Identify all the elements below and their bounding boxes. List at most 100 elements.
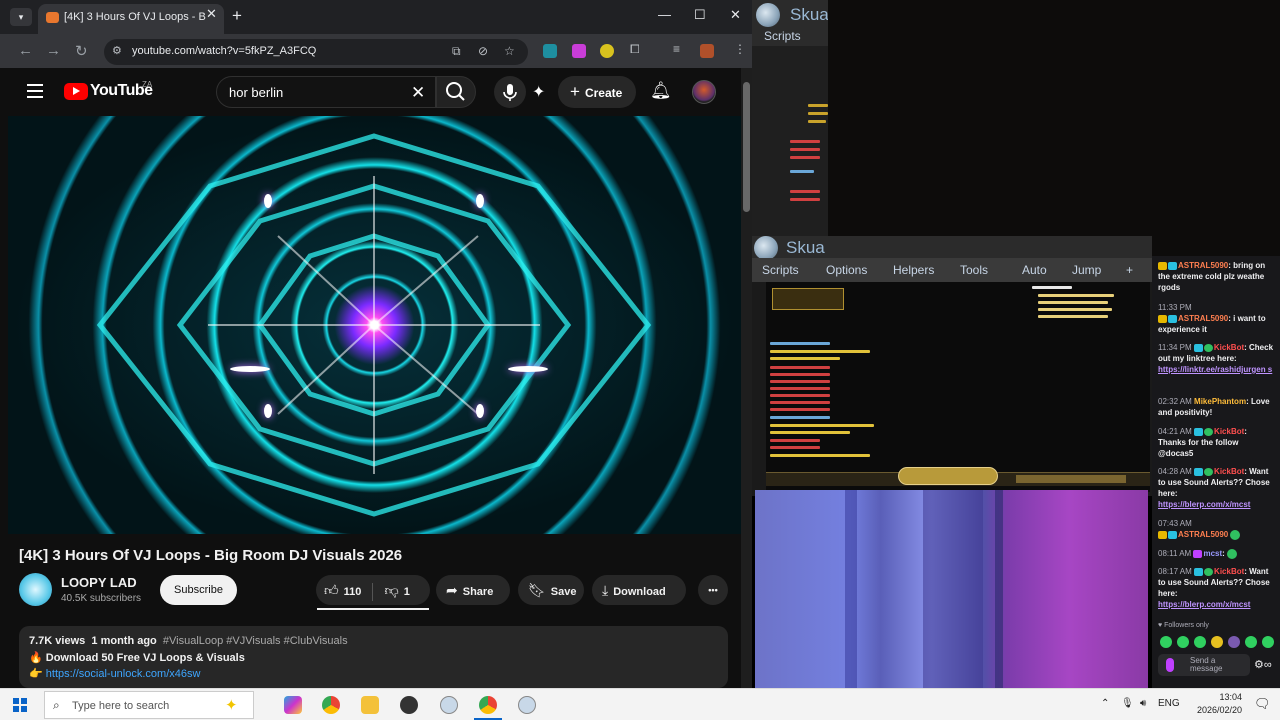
- game-action-bar[interactable]: [766, 467, 1150, 486]
- emote-icon[interactable]: [1228, 636, 1240, 648]
- menu-options[interactable]: Options: [826, 263, 867, 277]
- url-text[interactable]: youtube.com/watch?v=5fkPZ_A3FCQ: [132, 45, 316, 57]
- description-link[interactable]: 👉 https://social-unlock.com/x46sw: [29, 667, 200, 680]
- emote-icon[interactable]: [1194, 636, 1206, 648]
- search-button[interactable]: [436, 76, 476, 108]
- ai-sparkle-icon[interactable]: ✦: [532, 82, 545, 102]
- dislike-button[interactable]: 👎︎ 1: [385, 582, 410, 598]
- minimize-icon[interactable]: —: [658, 7, 671, 22]
- back-icon[interactable]: ←: [18, 42, 33, 59]
- voice-search-button[interactable]: [494, 76, 526, 108]
- hamburger-menu-icon[interactable]: [27, 84, 43, 98]
- description-link-text[interactable]: https://social-unlock.com/x46sw: [46, 668, 201, 680]
- hashtags[interactable]: #VisualLoop #VJVisuals #ClubVisuals: [163, 635, 348, 647]
- menu-auto[interactable]: Auto: [1022, 263, 1047, 277]
- channel-avatar[interactable]: [19, 573, 52, 606]
- youtube-logo-icon[interactable]: [64, 83, 88, 100]
- inventory-bar[interactable]: [1016, 475, 1126, 483]
- menu-scripts[interactable]: Scripts: [762, 263, 799, 277]
- windows-start-icon[interactable]: [13, 698, 27, 712]
- taskbar-search[interactable]: ⌕ Type here to search ✦: [44, 691, 254, 719]
- bookmark-star-icon[interactable]: ☆: [504, 44, 515, 58]
- menu-add[interactable]: +: [1126, 263, 1133, 277]
- description-box[interactable]: 7.7K views 1 month ago #VisualLoop #VJVi…: [19, 626, 728, 688]
- close-tab-icon[interactable]: ✕: [206, 6, 217, 22]
- chat-input-placeholder: Send a message: [1190, 656, 1223, 673]
- chat-link[interactable]: https://blerp.com/x/mcst: [1158, 500, 1250, 509]
- extension-icon[interactable]: [572, 44, 586, 58]
- eye-off-icon[interactable]: ⊘: [478, 44, 488, 58]
- volume-icon[interactable]: 🔊︎: [1140, 698, 1146, 709]
- youtube-favicon-icon: [46, 12, 59, 23]
- search-highlight-icon: ✦: [225, 697, 238, 714]
- profile-icon[interactable]: [700, 44, 714, 58]
- scrollbar-thumb[interactable]: [743, 82, 750, 212]
- reload-icon[interactable]: ↻: [75, 42, 88, 60]
- emote-icon[interactable]: [1262, 636, 1274, 648]
- microphone-icon[interactable]: 🎙︎: [1121, 698, 1134, 709]
- chat-settings-icon[interactable]: ⚙∞: [1254, 658, 1272, 671]
- game-view[interactable]: [766, 282, 1150, 492]
- tab-list-button[interactable]: ▾: [10, 8, 32, 26]
- install-app-icon[interactable]: ⧉: [452, 44, 461, 59]
- forward-icon[interactable]: →: [46, 42, 61, 59]
- skua-titlebar: Skua Scripts: [752, 0, 828, 46]
- browser-toolbar: ← → ↻ ⚙ youtube.com/watch?v=5fkPZ_A3FCQ …: [0, 34, 752, 68]
- site-info-icon[interactable]: ⚙: [112, 44, 122, 57]
- save-button[interactable]: 🔖︎ Save: [518, 575, 584, 605]
- new-tab-button[interactable]: +: [232, 6, 242, 26]
- browser-menu-icon[interactable]: ⋮: [734, 42, 746, 56]
- video-player[interactable]: [8, 116, 741, 534]
- chrome-app-icon[interactable]: [322, 696, 340, 714]
- more-actions-button[interactable]: •••: [698, 575, 728, 605]
- media-control-icon[interactable]: ≡: [673, 42, 680, 56]
- account-avatar[interactable]: [692, 80, 716, 104]
- chat-link[interactable]: https://linktr.ee/rashidjurgen s: [1158, 365, 1272, 374]
- subscribe-button[interactable]: Subscribe: [160, 575, 237, 605]
- emote-icon[interactable]: [1245, 636, 1257, 648]
- chrome-app-icon-active[interactable]: [479, 696, 497, 714]
- taskbar-clock[interactable]: 13:04 2026/02/20: [1196, 691, 1242, 717]
- input-language[interactable]: ENG: [1158, 698, 1180, 709]
- chat-message: 04:21 AM KickBot: Thanks for the follow …: [1158, 427, 1247, 458]
- extension-icon[interactable]: [543, 44, 557, 58]
- search-box[interactable]: hor berlin ✕: [216, 76, 436, 108]
- skua-app-icon[interactable]: [440, 696, 458, 714]
- obs-app-icon[interactable]: [400, 696, 418, 714]
- search-input[interactable]: hor berlin: [229, 85, 283, 100]
- menu-jump[interactable]: Jump: [1072, 263, 1101, 277]
- skill-bar[interactable]: [898, 467, 998, 485]
- chat-link[interactable]: https://blerp.com/x/mcst: [1158, 600, 1250, 609]
- emote-icon[interactable]: [1177, 636, 1189, 648]
- emote-icon[interactable]: [1211, 636, 1223, 648]
- browser-tab[interactable]: [4K] 3 Hours Of VJ Loops - B: [38, 4, 224, 34]
- menu-helpers[interactable]: Helpers: [893, 263, 934, 277]
- chat-input[interactable]: Send a message: [1158, 654, 1250, 676]
- page-scrollbar[interactable]: [741, 68, 752, 688]
- menu-tools[interactable]: Tools: [960, 263, 988, 277]
- emote-icon[interactable]: [1160, 636, 1172, 648]
- tab-title: [4K] 3 Hours Of VJ Loops - B: [64, 11, 206, 23]
- windows-taskbar: ⌕ Type here to search ✦ ⌃ 🎙︎ 🔊︎ ENG 13:0…: [0, 688, 1280, 720]
- notifications-icon[interactable]: 🗨︎: [1254, 696, 1271, 712]
- clear-search-icon[interactable]: ✕: [411, 83, 425, 103]
- address-bar[interactable]: ⚙ youtube.com/watch?v=5fkPZ_A3FCQ ⧉ ⊘ ☆: [104, 39, 528, 65]
- extension-icon[interactable]: [600, 44, 614, 58]
- pointing-hand-icon: 👉: [29, 668, 46, 680]
- channel-name[interactable]: LOOPY LAD: [61, 575, 137, 590]
- skua-scripts-menu[interactable]: Scripts: [764, 29, 801, 43]
- skua-app-icon[interactable]: [518, 696, 536, 714]
- file-explorer-icon[interactable]: [361, 696, 379, 714]
- clock-time: 13:04: [1219, 692, 1242, 702]
- download-button[interactable]: ⤓ Download: [592, 575, 686, 605]
- create-button[interactable]: + Create: [558, 76, 636, 108]
- share-button[interactable]: ➦ Share: [436, 575, 510, 605]
- copilot-app-icon[interactable]: [284, 696, 302, 714]
- notifications-bell-icon[interactable]: 🔔︎: [650, 81, 672, 101]
- like-button[interactable]: 👍︎ 110: [324, 582, 361, 598]
- maximize-icon[interactable]: ☐: [694, 7, 706, 23]
- tray-overflow-icon[interactable]: ⌃: [1101, 698, 1109, 709]
- close-window-icon[interactable]: ✕: [730, 7, 741, 23]
- skua-window-small: Skua Scripts: [752, 0, 828, 236]
- puzzle-extensions-icon[interactable]: ⧠: [630, 42, 640, 57]
